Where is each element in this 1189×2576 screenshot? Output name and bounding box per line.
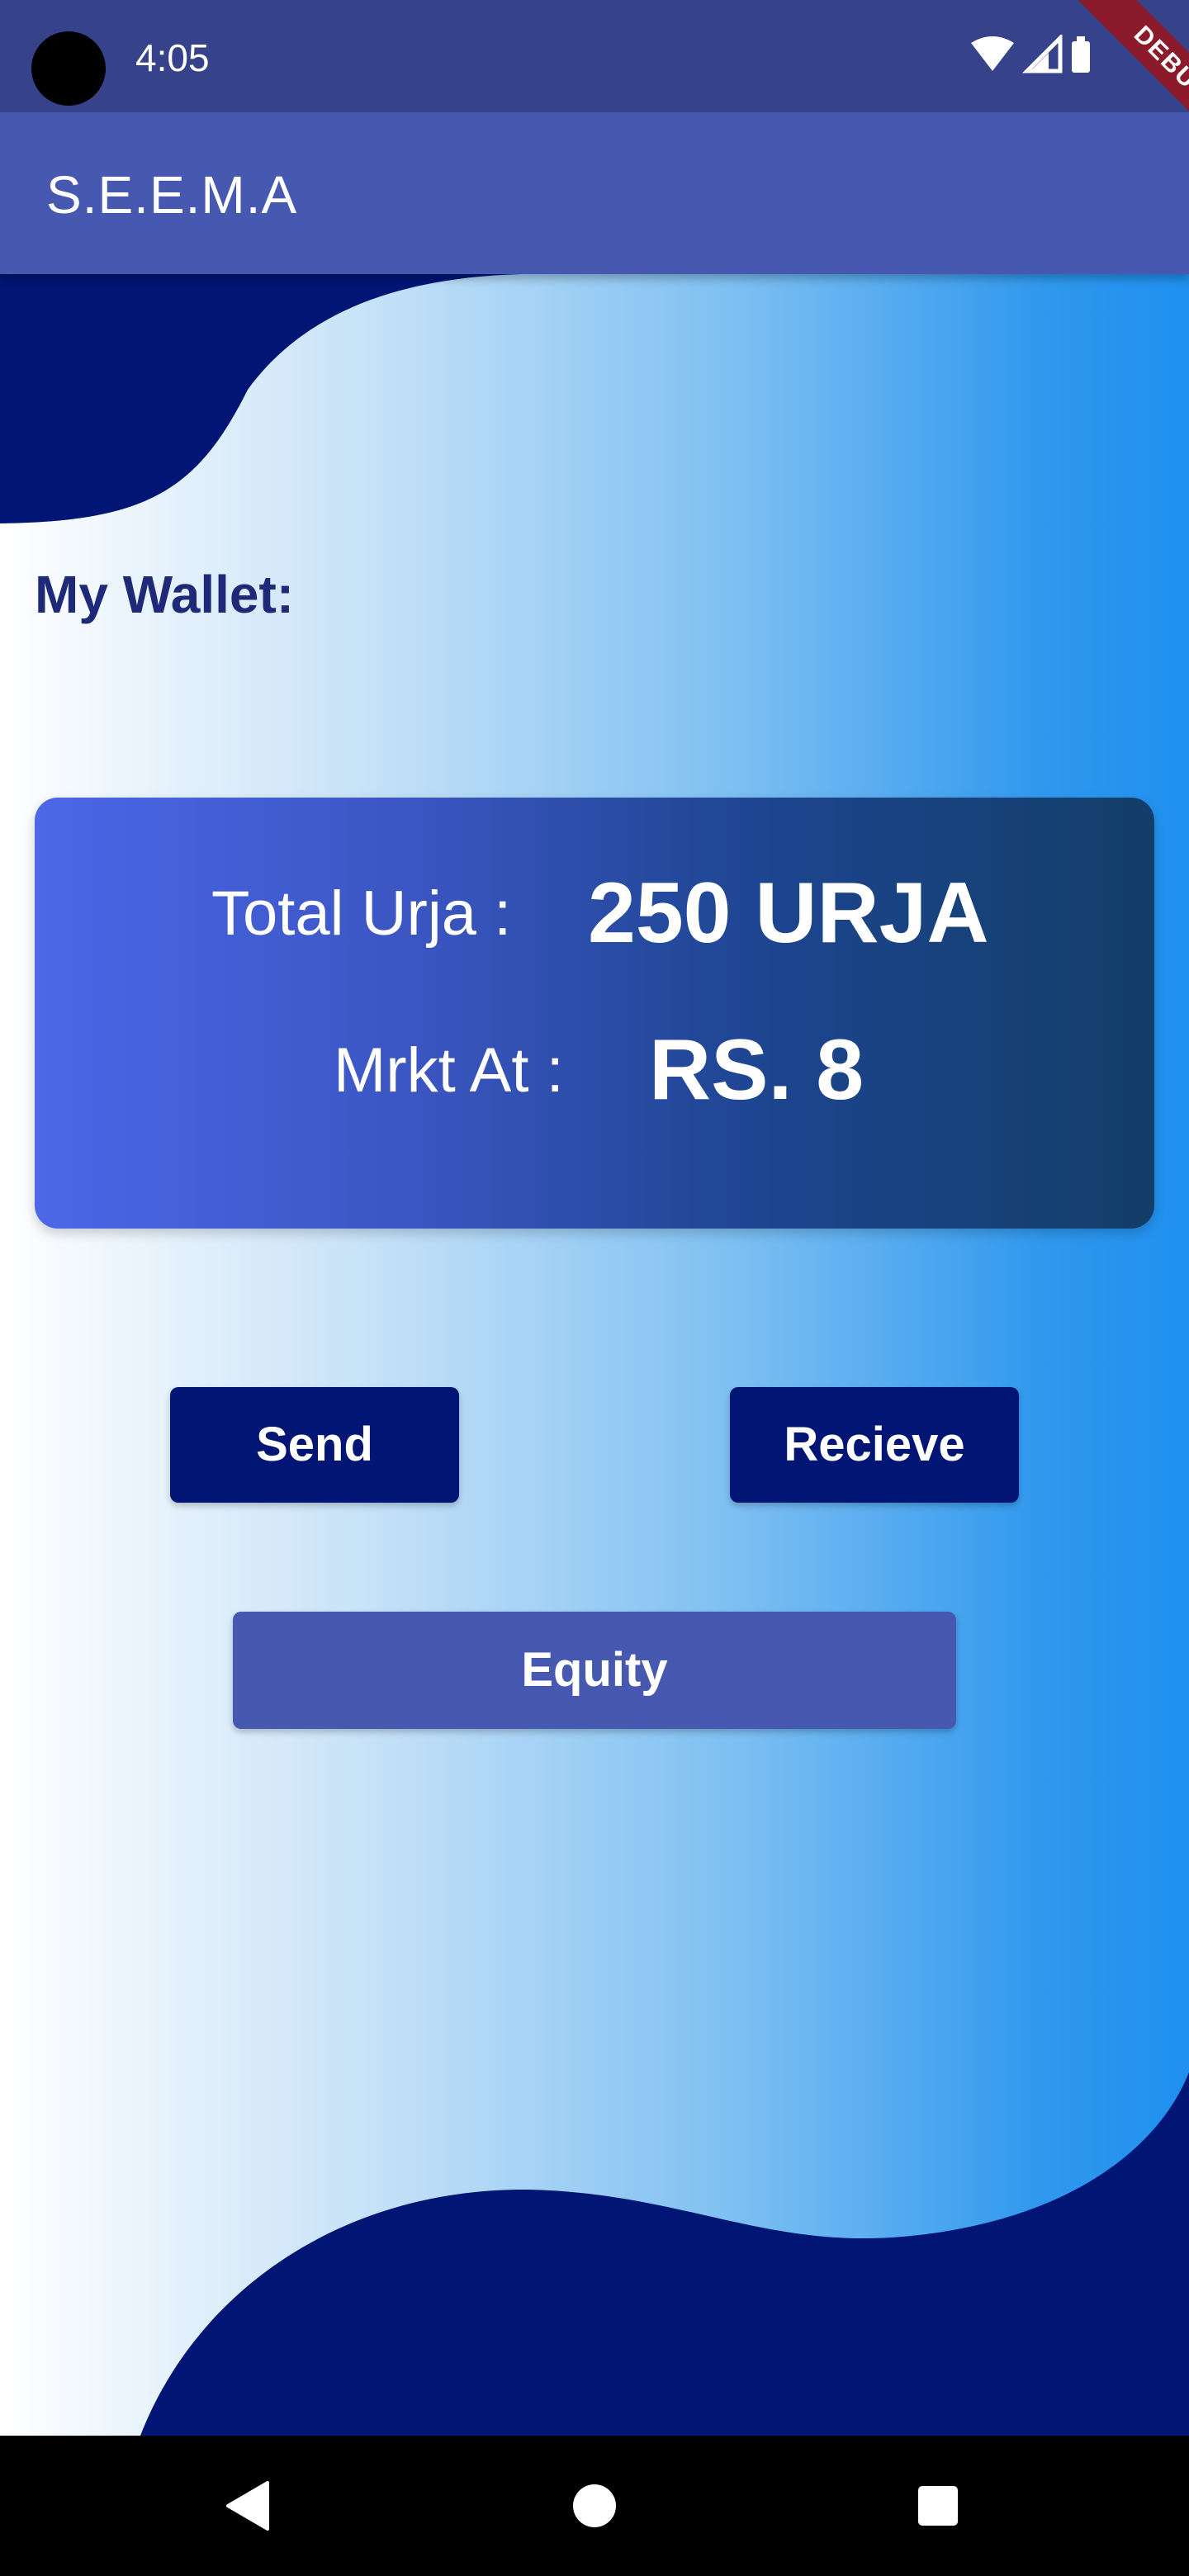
wallet-screen: My Wallet: Total Urja : 250 URJA Mrkt At…: [0, 274, 1189, 2436]
camera-cutout: [31, 31, 106, 106]
bottom-wave-decoration: [140, 2072, 1189, 2436]
system-navigation-bar: [0, 2436, 1189, 2576]
app-bar: S.E.E.M.A: [0, 112, 1189, 274]
status-icons: [971, 35, 1090, 73]
receive-button[interactable]: Recieve: [730, 1387, 1019, 1503]
status-bar: 4:05: [0, 0, 1189, 112]
top-wave-decoration: [0, 274, 561, 523]
wallet-heading: My Wallet:: [35, 565, 295, 624]
wifi-icon: [971, 36, 1014, 71]
wallet-summary-card: Total Urja : 250 URJA Mrkt At : RS. 8: [35, 798, 1154, 1229]
total-urja-label: Total Urja :: [211, 878, 512, 949]
cellular-signal-icon: [1021, 35, 1063, 73]
home-icon[interactable]: [528, 2436, 661, 2576]
recents-icon[interactable]: [872, 2436, 1004, 2576]
screen: 4:05 DEBUG S.E.E.M.A My Wallet: Total Ur…: [0, 0, 1189, 2576]
total-urja-value: 250 URJA: [588, 865, 989, 961]
app-title: S.E.E.M.A: [46, 165, 298, 225]
status-time: 4:05: [135, 36, 210, 79]
market-price-label: Mrkt At :: [334, 1035, 564, 1106]
market-price-value: RS. 8: [649, 1022, 865, 1118]
back-icon[interactable]: [182, 2436, 314, 2576]
equity-button[interactable]: Equity: [233, 1612, 956, 1729]
send-button[interactable]: Send: [170, 1387, 459, 1503]
battery-icon: [1072, 36, 1090, 73]
